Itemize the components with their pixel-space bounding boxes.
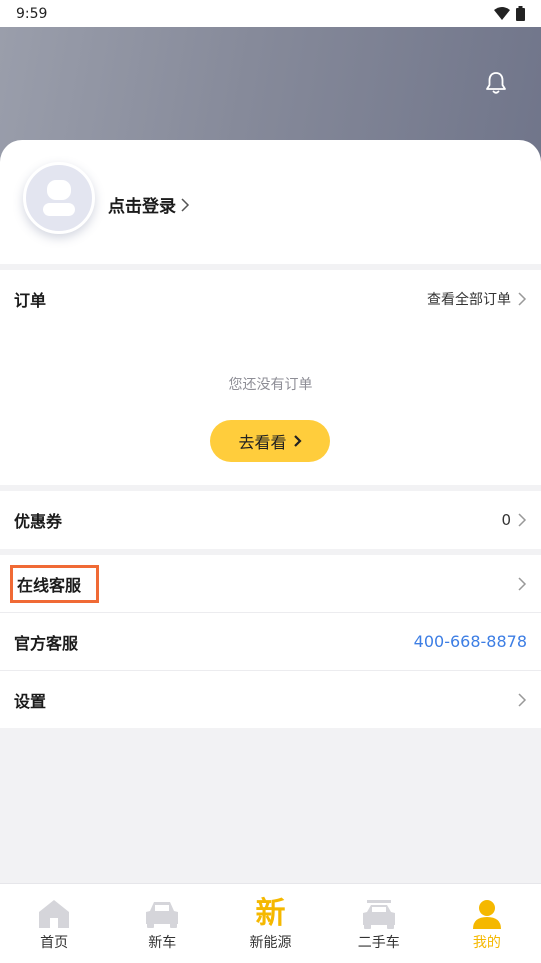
tab-new-car[interactable]: 新车 (108, 884, 216, 963)
tab-profile[interactable]: 我的 (433, 884, 541, 963)
browse-button-label: 去看看 (238, 433, 287, 452)
coupon-count: 0 (501, 511, 511, 529)
profile-card[interactable]: 点击登录 (0, 140, 541, 264)
chevron-right-icon (518, 513, 527, 527)
new-energy-icon: 新 (256, 896, 286, 932)
orders-empty-text: 您还没有订单 (228, 377, 313, 393)
tab-new-energy[interactable]: 新 新能源 (216, 884, 324, 963)
coupon-count-group: 0 (501, 511, 527, 529)
online-service-row[interactable]: 在线客服 (0, 555, 541, 613)
tab-used-car-label: 二手车 (357, 935, 400, 951)
coupon-row[interactable]: 优惠券 0 (0, 491, 541, 549)
car-icon (146, 902, 179, 928)
coupon-title: 优惠券 (14, 512, 63, 531)
login-link[interactable]: 点击登录 (108, 192, 190, 217)
chevron-right-icon (518, 693, 527, 707)
view-all-orders-label: 查看全部订单 (427, 292, 511, 308)
settings-row[interactable]: 设置 (0, 671, 541, 729)
avatar[interactable] (23, 162, 95, 234)
notification-bell-icon[interactable] (483, 70, 509, 96)
online-service-arrow (517, 576, 527, 591)
coupon-section[interactable]: 优惠券 0 (0, 491, 541, 549)
official-service-title: 官方客服 (14, 633, 79, 653)
tab-home[interactable]: 首页 (0, 884, 108, 963)
orders-header-row: 订单 查看全部订单 (0, 270, 541, 328)
chevron-right-icon (293, 435, 302, 447)
battery-icon (516, 6, 525, 21)
bottom-tab-bar: 首页 新车 新 新能源 二手车 我的 (0, 883, 541, 963)
tab-new-energy-label: 新能源 (249, 935, 292, 951)
services-section: 在线客服 官方客服 400-668-8878 设置 (0, 555, 541, 728)
user-placeholder-icon (43, 180, 75, 216)
browse-button[interactable]: 去看看 (210, 420, 330, 462)
orders-title: 订单 (14, 291, 47, 310)
status-icons (494, 6, 525, 21)
tab-home-label: 首页 (40, 935, 69, 951)
login-label: 点击登录 (108, 197, 176, 217)
tab-profile-label: 我的 (472, 935, 501, 951)
chevron-right-icon (518, 292, 527, 306)
official-service-phone[interactable]: 400-668-8878 (414, 632, 527, 651)
chevron-right-icon (518, 576, 527, 591)
tab-new-car-label: 新车 (148, 935, 177, 951)
wifi-icon (494, 7, 510, 20)
status-bar: 9:59 (0, 0, 541, 27)
tab-used-car[interactable]: 二手车 (325, 884, 433, 963)
profile-icon (472, 900, 501, 929)
official-service-row[interactable]: 官方客服 400-668-8878 (0, 613, 541, 671)
settings-title: 设置 (14, 692, 47, 711)
home-icon (39, 900, 70, 928)
online-service-title: 在线客服 (17, 575, 82, 595)
new-energy-glyph: 新 (255, 896, 286, 931)
used-car-icon (362, 900, 395, 929)
status-time: 9:59 (16, 5, 48, 22)
chevron-right-icon (181, 197, 190, 212)
settings-arrow (517, 693, 527, 707)
view-all-orders-link[interactable]: 查看全部订单 (427, 289, 527, 309)
